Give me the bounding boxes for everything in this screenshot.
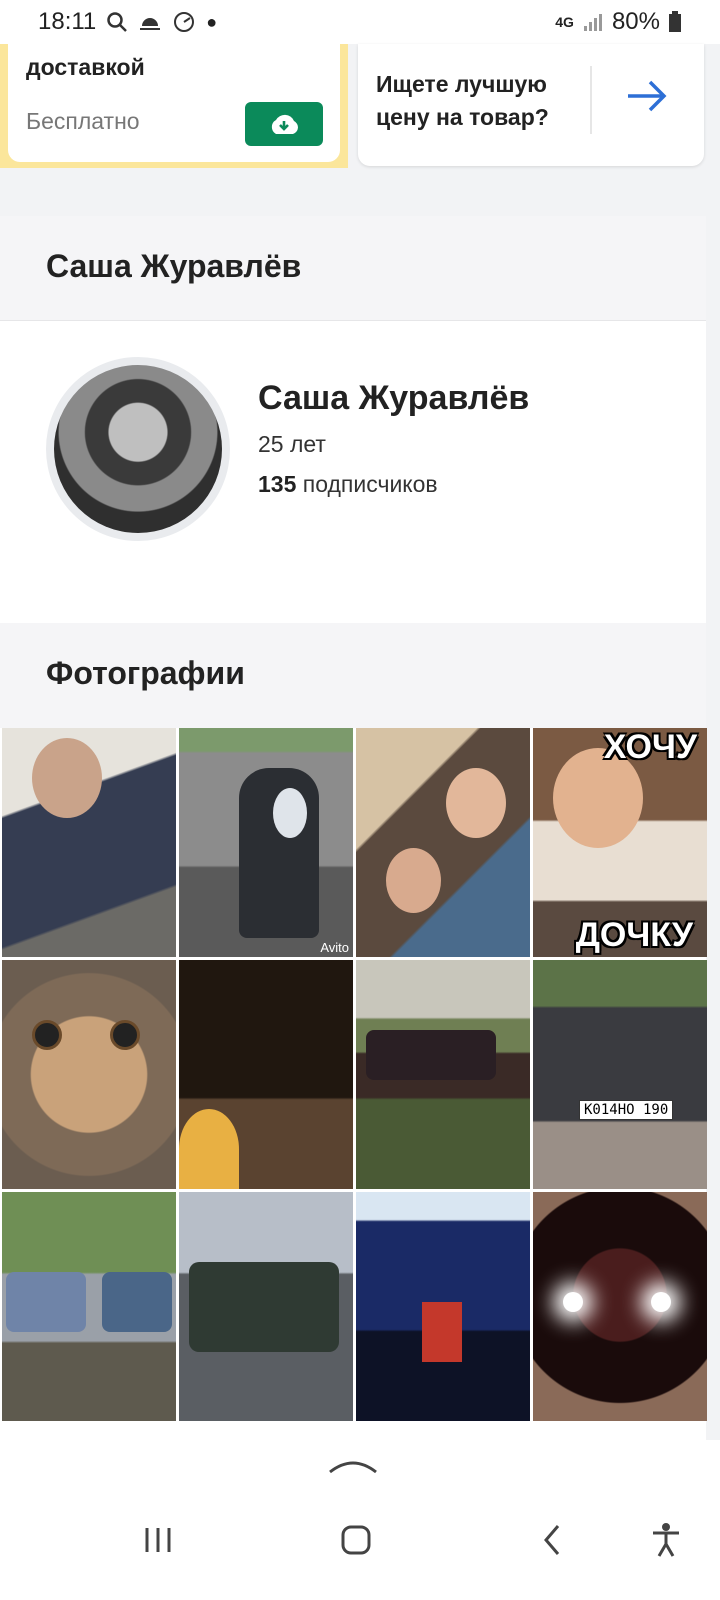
subscribers-label: подписчиков xyxy=(302,471,438,497)
back-icon xyxy=(544,1525,560,1555)
user-section-header: Саша Журавлёв xyxy=(0,216,706,321)
photo-tile[interactable] xyxy=(2,728,176,957)
accessibility-icon xyxy=(653,1523,679,1557)
arrow-right-icon[interactable] xyxy=(626,78,668,114)
ad-cards-row: доставкой Бесплатно Ищете лучшую цену на… xyxy=(0,44,720,168)
photos-section-header: Фотографии xyxy=(0,623,706,728)
delivery-ad-card[interactable]: доставкой Бесплатно xyxy=(0,44,348,168)
photos-title: Фотографии xyxy=(46,655,245,691)
meme-top-text: ХОЧУ xyxy=(603,728,697,766)
photo-tile[interactable] xyxy=(356,960,530,1189)
signal-icon xyxy=(583,14,602,31)
car-plate: К014НО 190 xyxy=(579,1100,674,1120)
recent-apps-button[interactable] xyxy=(128,1510,188,1570)
battery-icon xyxy=(669,11,681,32)
network-type: 4G xyxy=(555,14,574,30)
recent-apps-icon xyxy=(145,1528,171,1552)
user-header-title: Саша Журавлёв xyxy=(46,248,302,284)
home-icon xyxy=(341,1525,371,1555)
back-button[interactable] xyxy=(522,1510,582,1570)
profile-subscribers[interactable]: 135 подписчиков xyxy=(258,471,438,498)
photo-tile[interactable] xyxy=(179,1192,353,1421)
delivery-ad-title: доставкой xyxy=(26,54,145,80)
photo-tile[interactable] xyxy=(2,960,176,1189)
photo-tile[interactable]: К014НО 190 xyxy=(533,960,707,1189)
subscribers-count: 135 xyxy=(258,471,297,497)
chevron-up-icon[interactable] xyxy=(328,1456,378,1476)
photo-tile[interactable]: ХОЧУ ДОЧКУ xyxy=(533,728,707,957)
meme-bottom-text: ДОЧКУ xyxy=(575,916,693,954)
photo-tile[interactable] xyxy=(2,1192,176,1421)
avatar-image xyxy=(54,365,222,533)
status-bar: 18:11 ● 4G 80% xyxy=(0,0,720,44)
best-price-text: Ищете лучшую цену на товар? xyxy=(376,71,549,130)
accessibility-button[interactable] xyxy=(636,1510,696,1570)
photo-tile[interactable]: Avito xyxy=(179,728,353,957)
speed-icon xyxy=(174,12,195,32)
photo-tile[interactable] xyxy=(179,960,353,1189)
photo-grid: Avito ХОЧУ ДОЧКУ К014НО 190 xyxy=(0,728,707,1458)
profile-name: Саша Журавлёв xyxy=(258,379,530,417)
best-price-card[interactable]: Ищете лучшую цену на товар? xyxy=(358,44,704,166)
search-icon xyxy=(107,12,128,32)
notification-dot-icon: ● xyxy=(206,11,218,32)
card-divider xyxy=(590,66,592,134)
photo-tile[interactable] xyxy=(533,1192,707,1421)
weather-icon xyxy=(140,18,161,30)
system-navbar xyxy=(0,1490,720,1600)
photo-tile[interactable] xyxy=(356,1192,530,1421)
cloud-download-icon xyxy=(271,114,298,134)
avatar[interactable] xyxy=(46,357,230,541)
avito-watermark: Avito xyxy=(320,940,349,955)
photo-tile[interactable] xyxy=(356,728,530,957)
download-button[interactable] xyxy=(245,102,323,146)
home-button[interactable] xyxy=(326,1510,386,1570)
profile-card: Саша Журавлёв 25 лет 135 подписчиков xyxy=(0,321,706,623)
delivery-ad-price: Бесплатно xyxy=(26,108,140,134)
profile-age: 25 лет xyxy=(258,431,326,457)
battery-percent: 80% xyxy=(611,8,660,35)
clock: 18:11 xyxy=(38,8,97,35)
